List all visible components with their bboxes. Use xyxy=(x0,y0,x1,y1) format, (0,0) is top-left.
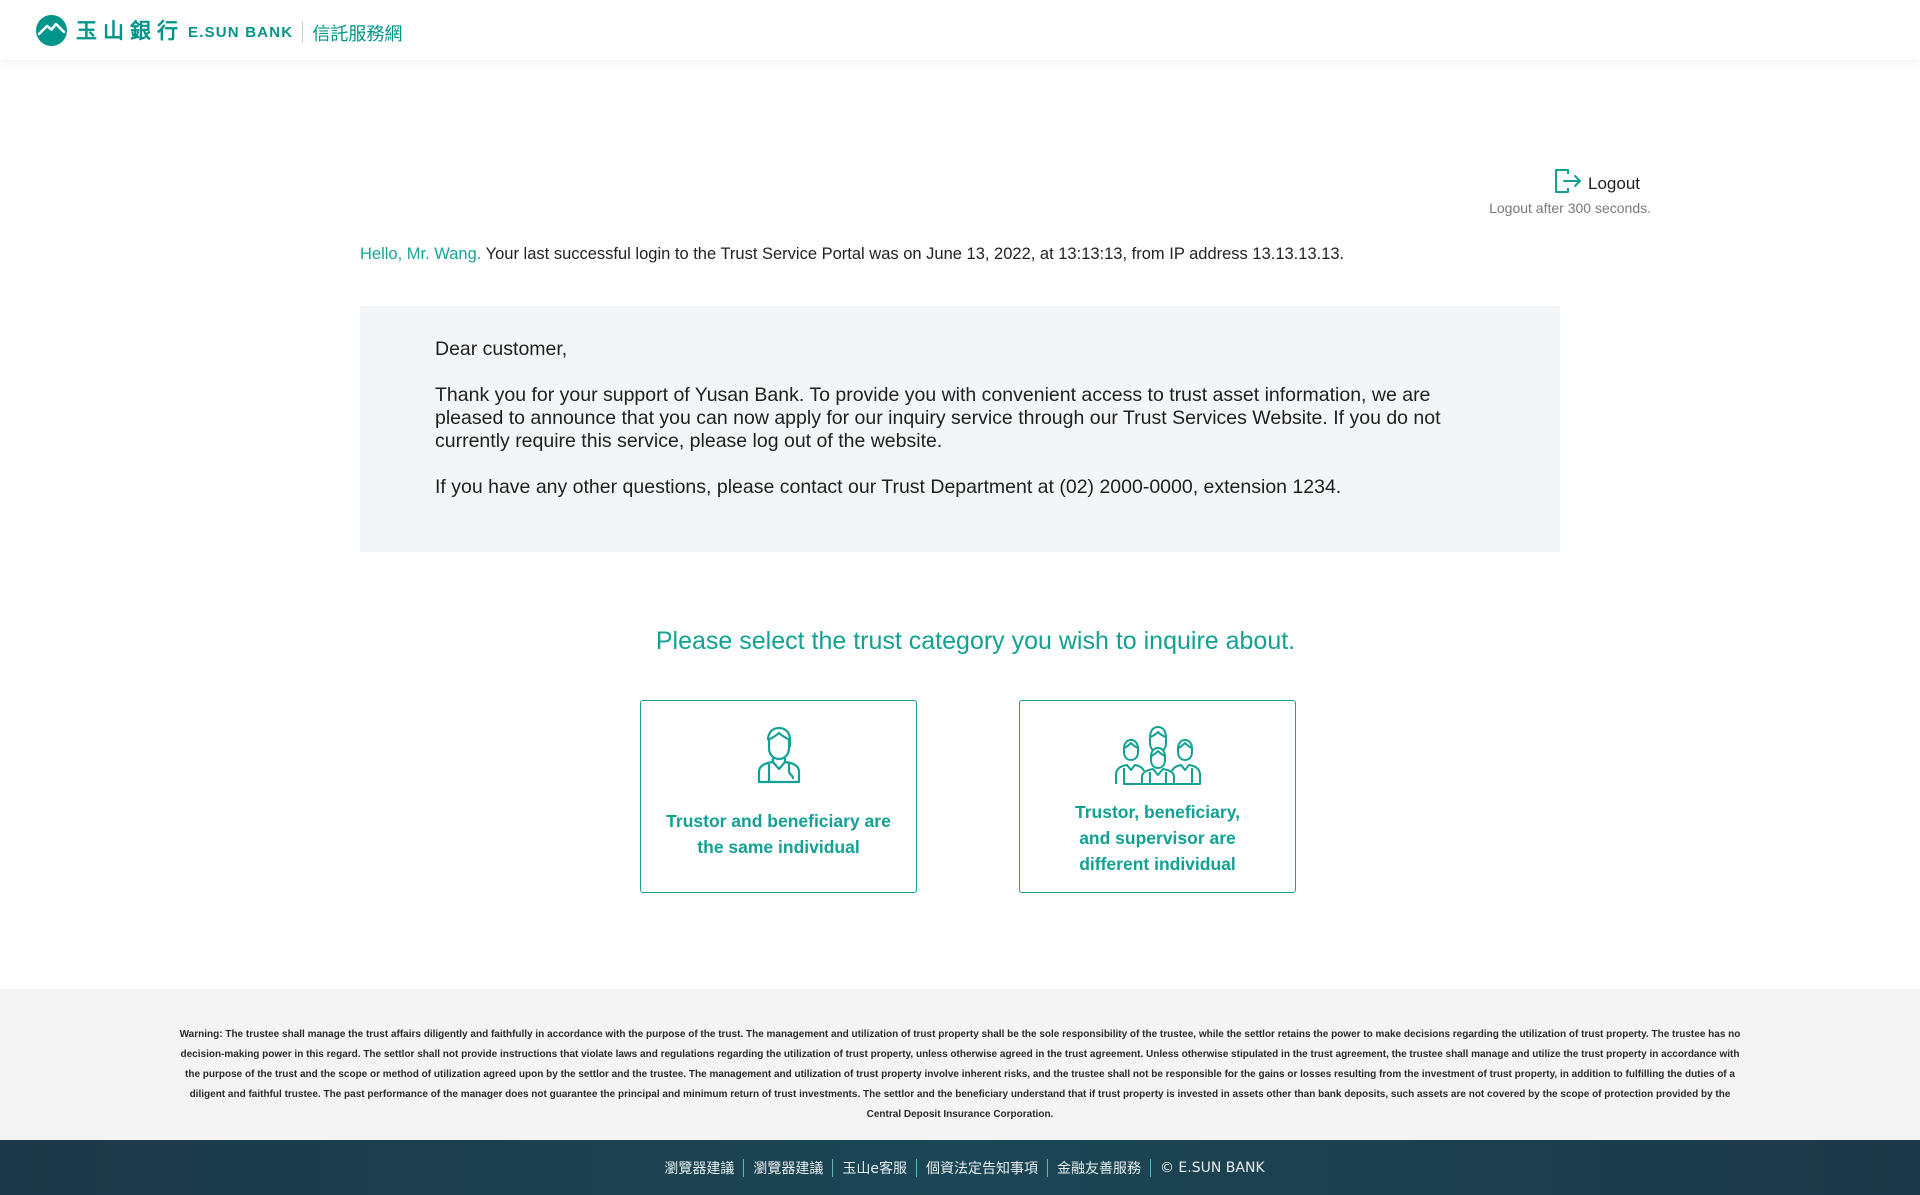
option-different-individual-card[interactable]: Trustor, beneficiary, and supervisor are… xyxy=(1019,700,1296,893)
notice-panel: Dear customer, Thank you for your suppor… xyxy=(360,306,1560,552)
single-person-icon xyxy=(757,726,800,784)
notice-contact: If you have any other questions, please … xyxy=(435,476,1342,498)
option-same-individual-card[interactable]: Trustor and beneficiary are the same ind… xyxy=(640,700,917,893)
notice-body: Thank you for your support of Yusan Bank… xyxy=(435,384,1441,452)
greeting-line: Hello, Mr. Wang. Your last successful lo… xyxy=(360,245,1344,264)
logout-button[interactable]: Logout xyxy=(1553,167,1640,200)
select-trust-category-title: Please select the trust category you wis… xyxy=(655,627,1296,655)
option-same-individual-label: Trustor and beneficiary are the same ind… xyxy=(666,811,891,857)
footer-copyright: © E.SUN BANK xyxy=(1159,1159,1265,1176)
notice-salutation: Dear customer, xyxy=(435,338,568,360)
trust-warning-text: Warning: The trustee shall manage the tr… xyxy=(179,1029,1741,1120)
trust-warning-section: Warning: The trustee shall manage the tr… xyxy=(0,989,1920,1140)
group-people-icon xyxy=(1114,726,1201,785)
greeting-hello: Hello, Mr. Wang. xyxy=(360,245,482,263)
logo-chinese-name: 玉山銀行 xyxy=(76,19,184,43)
footer-link-browser-advice[interactable]: 瀏覽器建議 xyxy=(655,1158,743,1178)
footer-link-browser-advice-2[interactable]: 瀏覽器建議 xyxy=(744,1158,832,1178)
footer-link-friendly-finance[interactable]: 金融友善服務 xyxy=(1048,1158,1150,1178)
logo-divider xyxy=(302,21,304,43)
logout-icon xyxy=(1553,167,1583,200)
site-header: 玉山銀行 E.SUN BANK 信託服務網 xyxy=(0,0,1920,60)
footer-link-customer-service[interactable]: 玉山e客服 xyxy=(833,1158,916,1178)
logout-label: Logout xyxy=(1588,173,1640,193)
option-different-individual-label: Trustor, beneficiary, and supervisor are… xyxy=(1074,802,1240,874)
site-footer: 瀏覽器建議 瀏覽器建議 玉山e客服 個資法定告知事項 金融友善服務 © E.SU… xyxy=(0,1140,1920,1195)
logout-countdown-note: Logout after 300 seconds. xyxy=(1489,200,1651,216)
footer-link-privacy-notice[interactable]: 個資法定告知事項 xyxy=(917,1158,1047,1178)
logo-english-name: E.SUN BANK xyxy=(188,24,294,41)
last-login-info: Your last successful login to the Trust … xyxy=(481,245,1345,263)
esun-logo-icon[interactable] xyxy=(36,14,67,46)
portal-name: 信託服務網 xyxy=(312,24,403,45)
